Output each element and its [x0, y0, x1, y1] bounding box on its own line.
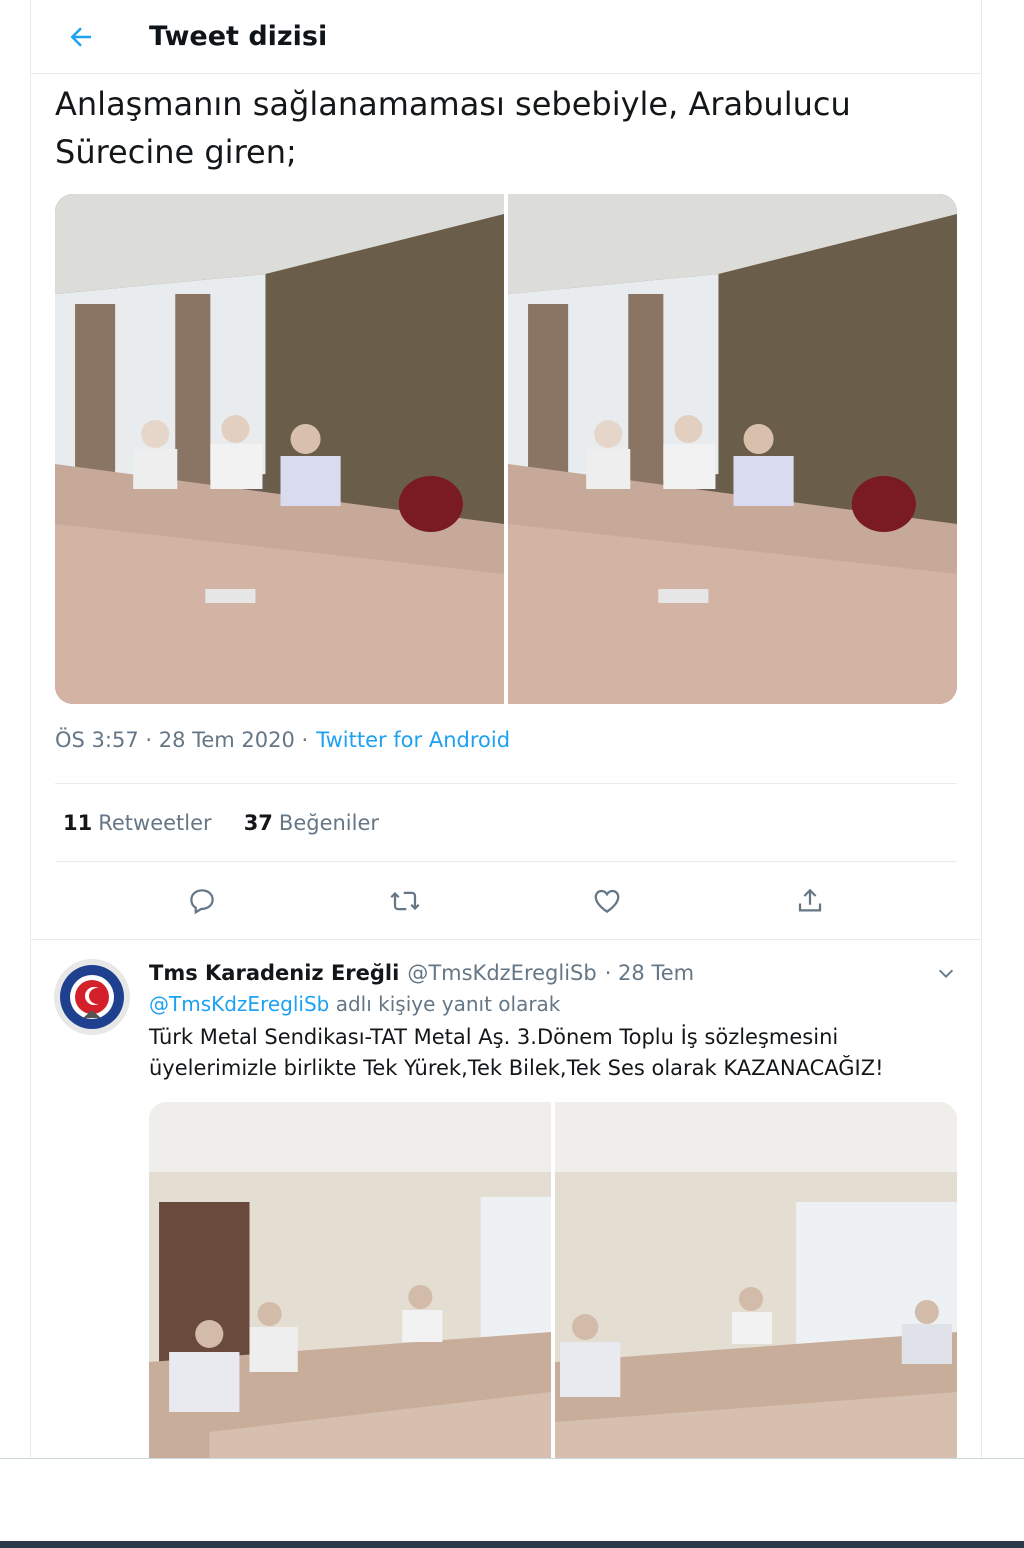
meeting-room-photo: [149, 1102, 551, 1458]
tweet-meta: ÖS 3:57 · 28 Tem 2020 · Twitter for Andr…: [55, 728, 957, 784]
page-header: Tweet dizisi: [31, 0, 981, 74]
reply-body: Tms Karadeniz Ereğli @TmsKdzEregliSb · 2…: [149, 958, 957, 1458]
arrow-left-icon: [70, 26, 91, 47]
reply-text: Türk Metal Sendikası-TAT Metal Aş. 3.Dön…: [149, 1025, 884, 1080]
back-button[interactable]: [51, 7, 111, 67]
replying-to: @TmsKdzEregliSb adlı kişiye yanıt olarak: [149, 992, 957, 1016]
page-title: Tweet dizisi: [149, 21, 328, 52]
reply-photo-2[interactable]: [555, 1102, 957, 1458]
avatar[interactable]: [53, 958, 131, 1036]
likes-count: 37: [243, 810, 273, 835]
likes-stat[interactable]: 37 Beğeniler: [244, 811, 379, 835]
union-logo: [54, 959, 130, 1035]
reply-button[interactable]: [178, 877, 226, 925]
reply-tweet[interactable]: Tms Karadeniz Ereğli @TmsKdzEregliSb · 2…: [31, 940, 981, 1458]
tweet-timestamp[interactable]: ÖS 3:57 · 28 Tem 2020 ·: [55, 728, 308, 783]
tweet-text: Anlaşmanın sağlanamaması sebebiyle, Arab…: [55, 85, 851, 171]
share-button[interactable]: [786, 877, 834, 925]
retweet-button[interactable]: [381, 877, 429, 925]
retweets-label: Retweetler: [98, 810, 212, 835]
timeline-column: Tweet dizisi Anlaşmanın sağlanamaması se…: [30, 0, 982, 1458]
author-handle[interactable]: @TmsKdzEregliSb: [407, 961, 596, 985]
tweet-actions: [31, 862, 981, 940]
more-options-button[interactable]: [935, 962, 957, 988]
like-icon: [594, 889, 620, 913]
reply-mention-link[interactable]: @TmsKdzEregliSb: [149, 992, 329, 1016]
reply-photo-1[interactable]: [149, 1102, 551, 1458]
share-icon: [798, 888, 821, 911]
reply-icon: [190, 888, 215, 914]
tweet-source-link[interactable]: Twitter for Android: [316, 728, 510, 783]
taskbar-edge: [0, 1541, 1024, 1548]
tweet-photo-2[interactable]: [508, 194, 957, 704]
reply-date[interactable]: · 28 Tem: [605, 961, 694, 985]
browser-bottom-area: [0, 1458, 1024, 1548]
meeting-room-photo: [555, 1102, 957, 1458]
author-name[interactable]: Tms Karadeniz Ereğli: [149, 961, 399, 985]
tweet-media: [55, 194, 957, 704]
tweet-stats: 11 Retweetler 37 Beğeniler: [55, 784, 957, 862]
meeting-room-photo: [508, 194, 957, 704]
like-button[interactable]: [583, 877, 631, 925]
reply-media: [149, 1102, 957, 1458]
retweets-stat[interactable]: 11 Retweetler: [63, 811, 212, 835]
retweets-count: 11: [63, 810, 93, 835]
chevron-down-icon: [938, 969, 954, 978]
retweet-icon: [390, 891, 420, 910]
reply-to-suffix: adlı kişiye yanıt olarak: [335, 992, 561, 1016]
tweet-photo-1[interactable]: [55, 194, 504, 704]
meeting-room-photo: [55, 194, 504, 704]
likes-label: Beğeniler: [278, 810, 380, 835]
reply-header: Tms Karadeniz Ereğli @TmsKdzEregliSb · 2…: [149, 958, 957, 988]
